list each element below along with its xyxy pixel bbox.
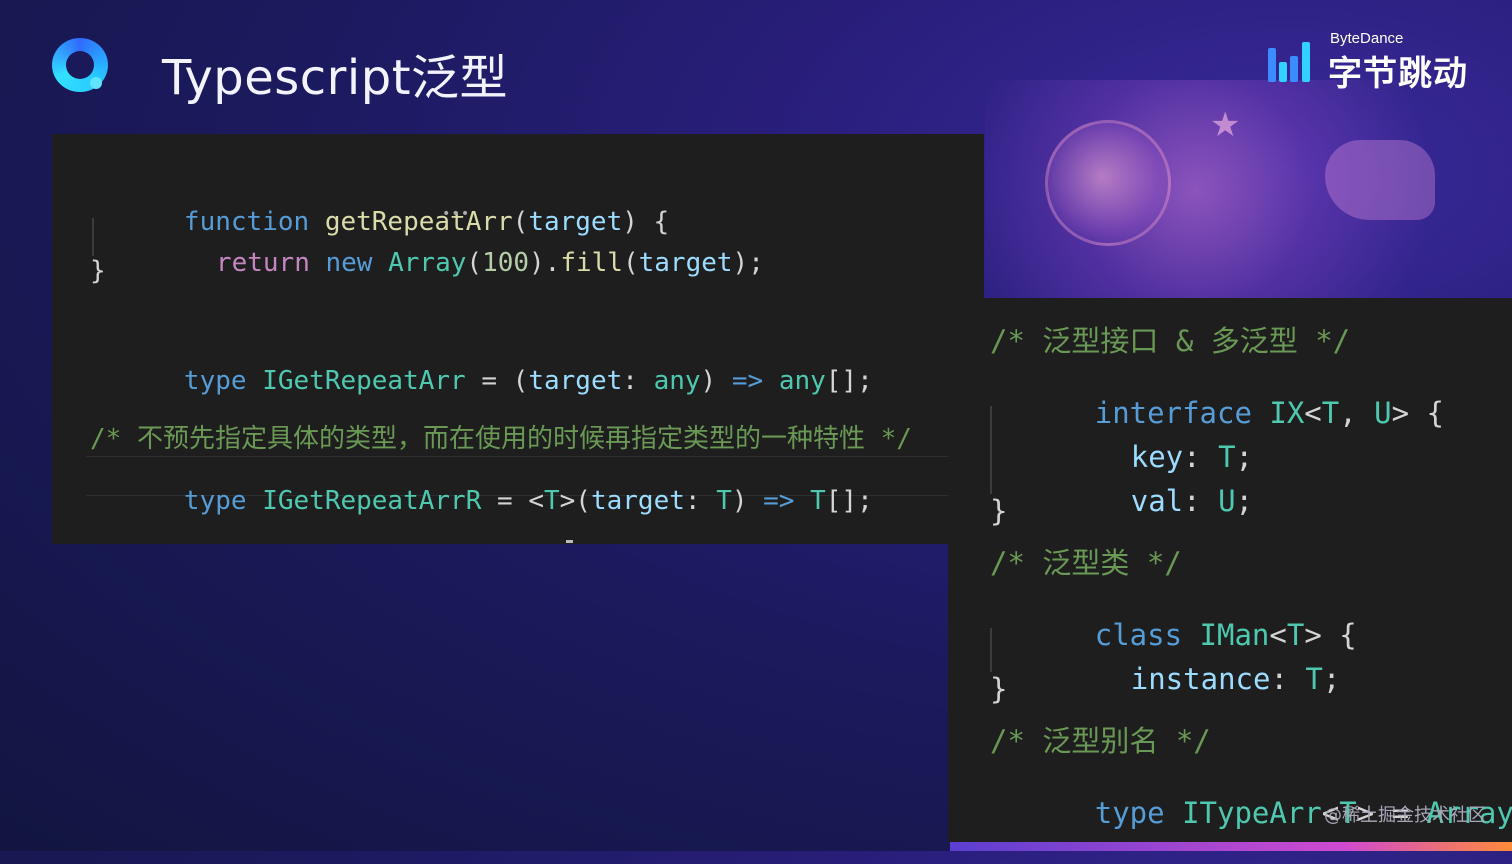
code-block-functions: function getRepeatArr(target) { ••• retu…: [52, 134, 984, 544]
watermark: @稀土掘金技术社区: [1324, 805, 1486, 826]
code-comment: /* 泛型类 */: [990, 546, 1182, 580]
code-comment: /* 不预先指定具体的类型，而在使用的时候再指定类型的一种特性 */: [90, 424, 912, 454]
code-block-generics: /* 泛型接口 & 多泛型 */ interface IX<T, U> { ke…: [948, 298, 1512, 842]
code-line: type IGetRepeatArrR = <T>(target: T) => …: [183, 486, 873, 516]
logo-dot-icon: [90, 77, 102, 89]
astronaut-illustration: ★: [985, 80, 1512, 300]
code-line: type IGetRepeatArr = (target: any) => an…: [183, 366, 873, 396]
brand-english: ByteDance: [1330, 30, 1404, 47]
slide-title: Typescript泛型: [162, 50, 509, 106]
star-icon: ★: [1210, 105, 1241, 145]
slide: ★ Typescript泛型 ByteDance 字节跳动 function g…: [0, 0, 1512, 851]
code-line: }: [990, 494, 1008, 528]
code-line: val: U;: [1130, 484, 1254, 518]
code-line: }: [990, 672, 1008, 706]
code-comment: /* 泛型别名 */: [990, 724, 1211, 758]
code-line: return new Array(100).fill(target);: [215, 248, 764, 278]
bytedance-bars-icon: [1268, 42, 1318, 82]
astronaut-helmet-icon: [1045, 120, 1171, 246]
astronaut-hand-icon: [1325, 140, 1435, 220]
code-comment: /* 泛型接口 & 多泛型 */: [990, 324, 1351, 358]
code-line: instance: T;: [1130, 662, 1341, 696]
code-line: }: [90, 256, 106, 286]
brand-chinese: 字节跳动: [1328, 54, 1468, 94]
bytedance-logo: ByteDance 字节跳动: [1268, 30, 1488, 94]
cursor-mark: [566, 540, 573, 543]
